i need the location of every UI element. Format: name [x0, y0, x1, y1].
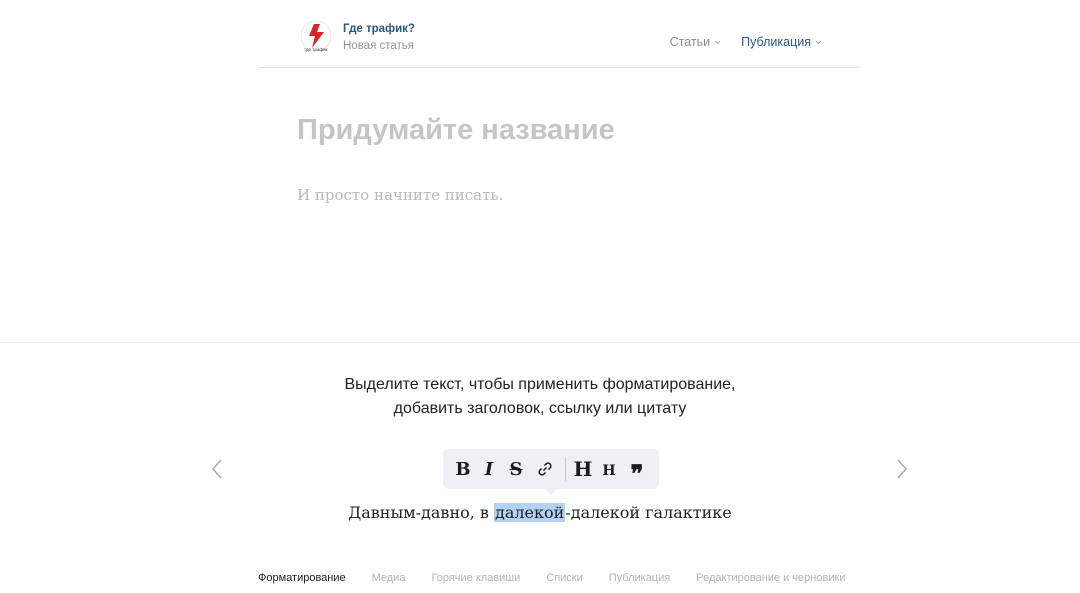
tip-description: Выделите текст, чтобы применить форматир… [0, 373, 1080, 421]
sample-text-highlight: далекой [494, 503, 566, 522]
document-status: Новая статья [343, 40, 415, 52]
formatting-toolbar-demo: B I S H H ❞ [443, 449, 659, 495]
chevron-down-icon [715, 40, 721, 44]
bold-button[interactable]: B [451, 449, 475, 489]
chevron-left-icon [211, 459, 222, 479]
quote-button[interactable]: ❞ [624, 449, 650, 489]
next-tip-button[interactable] [890, 454, 914, 484]
tab-formatting[interactable]: Форматирование [258, 572, 346, 584]
tip-line-1: Выделите текст, чтобы применить форматир… [344, 376, 736, 393]
tab-editing-drafts[interactable]: Редактирование и черновики [696, 572, 845, 584]
previous-tip-button[interactable] [205, 454, 229, 484]
heading-2-button[interactable]: H [598, 449, 620, 489]
tips-tabs: Форматирование Медиа Горячие клавиши Спи… [258, 572, 845, 584]
tab-publication[interactable]: Публикация [609, 572, 670, 584]
strikethrough-button[interactable]: S [503, 449, 529, 489]
header-nav: Статьи Публикация [670, 35, 822, 49]
tab-hotkeys[interactable]: Горячие клавиши [431, 572, 520, 584]
heading-1-button[interactable]: H [571, 449, 595, 489]
sample-text-before: Давным-давно, в [348, 503, 494, 522]
sample-text-after: -далекой галактике [565, 503, 732, 522]
article-body-input[interactable]: И просто начните писать. [297, 186, 503, 204]
article-title-input[interactable]: Придумайте название [297, 114, 615, 147]
chevron-right-icon [897, 459, 908, 479]
page-header: где трафик Где трафик? Новая статья Стат… [258, 0, 860, 68]
toolbar-separator [565, 457, 566, 481]
group-logo[interactable]: где трафик [300, 18, 332, 54]
tip-line-2: добавить заголовок, ссылку или цитату [393, 400, 687, 417]
formatting-tips-panel: Выделите текст, чтобы применить форматир… [0, 342, 1080, 593]
tab-media[interactable]: Медиа [372, 572, 406, 584]
nav-publish-dropdown[interactable]: Публикация [741, 35, 822, 49]
italic-button[interactable]: I [477, 449, 501, 489]
nav-articles-label: Статьи [669, 35, 711, 49]
chevron-down-icon [815, 40, 822, 44]
nav-publish-label: Публикация [741, 35, 811, 49]
link-button[interactable] [532, 449, 558, 489]
group-name[interactable]: Где трафик? [343, 23, 415, 35]
link-icon [538, 462, 552, 476]
logo-caption: где трафик [304, 47, 327, 52]
tab-lists[interactable]: Списки [546, 572, 583, 584]
sample-text: Давным-давно, в далекой-далекой галактик… [0, 503, 1080, 522]
nav-articles-dropdown[interactable]: Статьи [670, 35, 722, 49]
